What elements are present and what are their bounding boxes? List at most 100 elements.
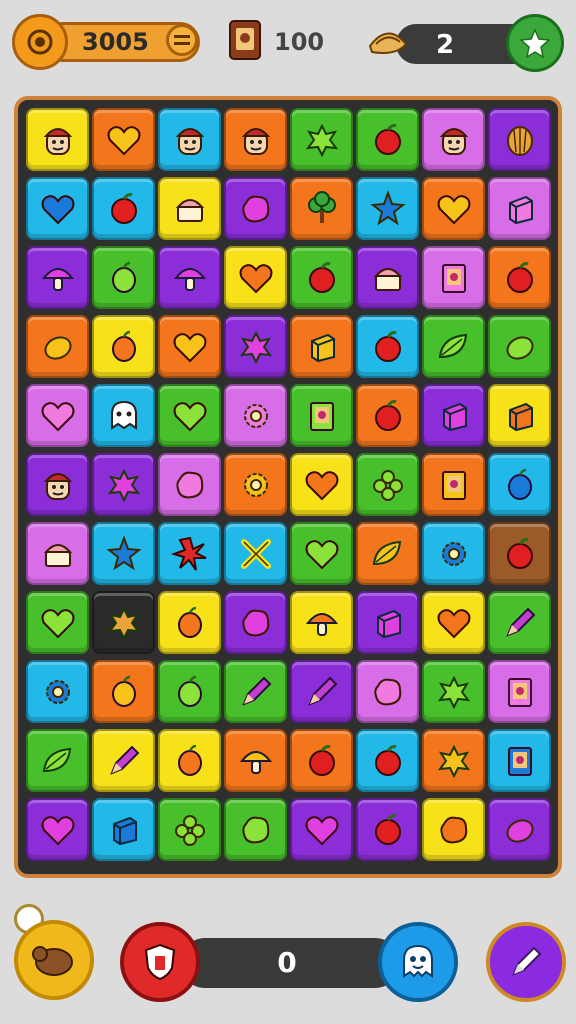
face-icon — [43, 472, 72, 500]
tile-plum[interactable] — [158, 729, 221, 792]
tile-clover[interactable] — [356, 453, 419, 516]
tile-clover[interactable] — [158, 798, 221, 861]
tile-heart[interactable] — [26, 177, 89, 240]
tile-burst[interactable] — [158, 522, 221, 585]
tile-pencil[interactable] — [92, 729, 155, 792]
tile-book[interactable] — [422, 453, 485, 516]
tile-plum[interactable] — [92, 246, 155, 309]
tile-cross[interactable] — [224, 522, 287, 585]
tile-shell[interactable] — [488, 108, 551, 171]
tile-lemon[interactable] — [488, 315, 551, 378]
hammer-booster-button[interactable] — [14, 920, 94, 1000]
tile-face[interactable] — [26, 108, 89, 171]
tile-cube[interactable] — [92, 798, 155, 861]
tile-apple[interactable] — [290, 246, 353, 309]
tile-splash[interactable] — [290, 108, 353, 171]
tile-book[interactable] — [290, 384, 353, 447]
tile-leaf[interactable] — [422, 315, 485, 378]
tile-splash[interactable] — [224, 315, 287, 378]
star-button[interactable] — [506, 14, 564, 72]
ghost-icon — [403, 944, 433, 978]
tile-face[interactable] — [224, 108, 287, 171]
tile-mushroom[interactable] — [158, 246, 221, 309]
tile-gear[interactable] — [224, 453, 287, 516]
tile-apple[interactable] — [356, 798, 419, 861]
tile-apple[interactable] — [356, 384, 419, 447]
tile-gear[interactable] — [26, 660, 89, 723]
tile-book[interactable] — [422, 246, 485, 309]
shell-icon — [506, 125, 533, 156]
tile-face[interactable] — [26, 453, 89, 516]
tile-plum[interactable] — [158, 591, 221, 654]
tile-apple[interactable] — [488, 522, 551, 585]
tile-plum[interactable] — [488, 453, 551, 516]
tile-blob[interactable] — [356, 660, 419, 723]
tile-cube[interactable] — [422, 384, 485, 447]
tile-mushroom[interactable] — [224, 729, 287, 792]
tile-cube[interactable] — [290, 315, 353, 378]
tile-book[interactable] — [488, 660, 551, 723]
tile-apple[interactable] — [356, 108, 419, 171]
tile-heart[interactable] — [26, 384, 89, 447]
heart-icon — [437, 608, 470, 638]
ghost-booster-button[interactable] — [378, 922, 458, 1002]
tile-blob[interactable] — [224, 591, 287, 654]
tile-pencil[interactable] — [290, 660, 353, 723]
tile-heart[interactable] — [158, 384, 221, 447]
tile-plum[interactable] — [158, 660, 221, 723]
tile-heart[interactable] — [224, 246, 287, 309]
tile-plum[interactable] — [92, 660, 155, 723]
tile-heart[interactable] — [422, 177, 485, 240]
tile-face[interactable] — [422, 108, 485, 171]
tile-blob[interactable] — [224, 177, 287, 240]
pencil-booster-button[interactable] — [486, 922, 566, 1002]
tile-splash[interactable] — [422, 729, 485, 792]
pencil-icon — [109, 745, 139, 775]
tile-heart[interactable] — [158, 315, 221, 378]
tile-splash[interactable] — [422, 660, 485, 723]
book-icon — [441, 263, 466, 293]
tile-splash[interactable] — [92, 591, 155, 654]
tile-apple[interactable] — [356, 729, 419, 792]
tile-heart[interactable] — [290, 522, 353, 585]
tile-lemon[interactable] — [488, 798, 551, 861]
tile-leaf[interactable] — [356, 522, 419, 585]
tile-ghost[interactable] — [92, 384, 155, 447]
tile-heart[interactable] — [92, 108, 155, 171]
tile-mushroom[interactable] — [26, 246, 89, 309]
tile-gear[interactable] — [224, 384, 287, 447]
tile-heart[interactable] — [26, 798, 89, 861]
tile-cake[interactable] — [356, 246, 419, 309]
tile-tree[interactable] — [290, 177, 353, 240]
tile-leaf[interactable] — [26, 729, 89, 792]
coins-add-button[interactable] — [166, 24, 198, 56]
tile-apple[interactable] — [290, 729, 353, 792]
tile-pencil[interactable] — [224, 660, 287, 723]
tile-heart[interactable] — [422, 591, 485, 654]
tile-book[interactable] — [488, 729, 551, 792]
tile-heart[interactable] — [290, 453, 353, 516]
tile-splash[interactable] — [92, 453, 155, 516]
tile-cube[interactable] — [356, 591, 419, 654]
tile-blob[interactable] — [422, 798, 485, 861]
tile-apple[interactable] — [92, 177, 155, 240]
tile-blob[interactable] — [158, 453, 221, 516]
tile-apple[interactable] — [356, 315, 419, 378]
tile-blob[interactable] — [224, 798, 287, 861]
tile-face[interactable] — [158, 108, 221, 171]
tile-star[interactable] — [356, 177, 419, 240]
tile-cake[interactable] — [158, 177, 221, 240]
tile-pencil[interactable] — [488, 591, 551, 654]
tile-plum[interactable] — [92, 315, 155, 378]
tile-mushroom[interactable] — [290, 591, 353, 654]
tile-gear[interactable] — [422, 522, 485, 585]
tile-apple[interactable] — [488, 246, 551, 309]
tile-cube[interactable] — [488, 384, 551, 447]
shield-booster-button[interactable] — [120, 922, 200, 1002]
tile-heart[interactable] — [26, 591, 89, 654]
tile-star[interactable] — [92, 522, 155, 585]
tile-lemon[interactable] — [26, 315, 89, 378]
tile-cake[interactable] — [26, 522, 89, 585]
tile-cube[interactable] — [488, 177, 551, 240]
tile-heart[interactable] — [290, 798, 353, 861]
